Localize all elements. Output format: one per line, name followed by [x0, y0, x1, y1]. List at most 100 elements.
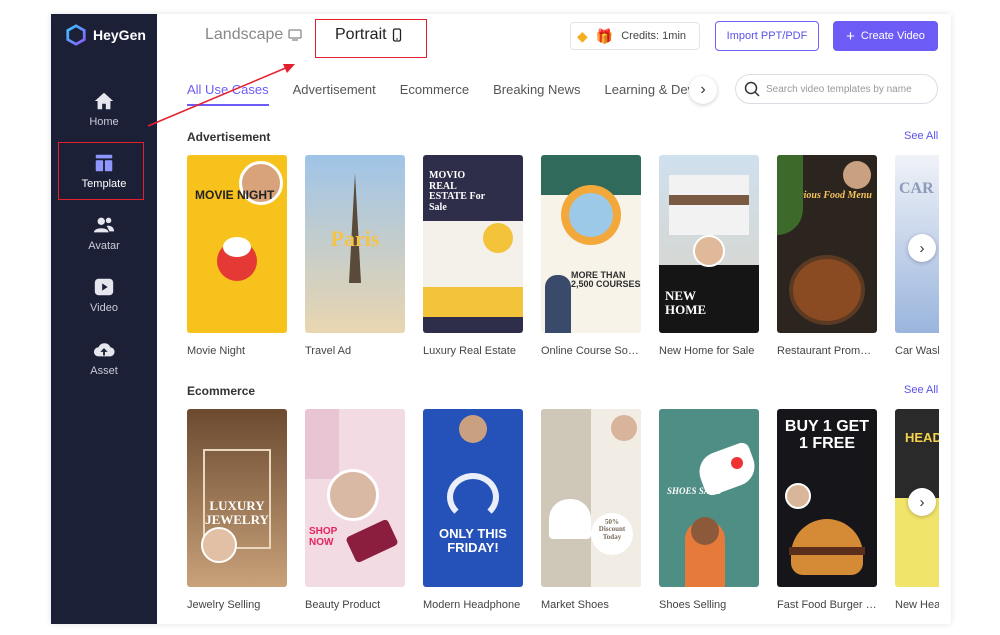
advertisement-row: MOVIE NIGHT Movie Night Paris Travel Ad …: [187, 155, 939, 365]
monitor-icon: [288, 29, 302, 41]
top-bar: Landscape Portrait ◆ 🎁 Credits: 1min Imp…: [157, 14, 951, 62]
search-input[interactable]: [766, 83, 931, 95]
search-icon: [744, 81, 760, 97]
see-all-ecommerce[interactable]: See All: [904, 384, 938, 396]
sidebar-item-label: Home: [89, 116, 119, 128]
template-card[interactable]: BUY 1 GET 1 FREE Fast Food Burger Promot…: [777, 409, 877, 611]
template-thumbnail: Delicious Food Menu: [777, 155, 877, 333]
chevron-right-icon: ›: [700, 81, 706, 98]
tabs-next-button[interactable]: ›: [689, 76, 717, 104]
landscape-toggle[interactable]: Landscape: [205, 26, 302, 44]
credits-badge[interactable]: ◆ 🎁 Credits: 1min: [570, 22, 700, 50]
thumb-overlay-text: HEAD: [905, 430, 939, 445]
tab-ecommerce[interactable]: Ecommerce: [400, 82, 469, 106]
video-icon: [94, 278, 114, 296]
use-case-tabs: All Use Cases Advertisement Ecommerce Br…: [187, 78, 707, 108]
import-label: Import PPT/PDF: [726, 30, 808, 42]
template-card[interactable]: ONLY THIS FRIDAY! Modern Headphone: [423, 409, 523, 611]
avatar-icon: [93, 217, 115, 233]
chevron-right-icon: ›: [919, 493, 925, 511]
template-card[interactable]: MOVIO REAL ESTATE For Sale Luxury Real E…: [423, 155, 523, 357]
thumb-overlay-text: CAR: [899, 180, 934, 197]
ecommerce-row: LUXURY JEWELRY Jewelry Selling SHOP NOW …: [187, 409, 939, 619]
chevron-right-icon: ›: [919, 239, 925, 257]
section-title-advertisement: Advertisement: [187, 130, 271, 144]
template-thumbnail: ONLY THIS FRIDAY!: [423, 409, 523, 587]
template-caption: Restaurant Promotion: [777, 345, 877, 357]
tab-breaking-news[interactable]: Breaking News: [493, 82, 580, 106]
template-caption: Car Wash: [895, 345, 939, 357]
import-ppt-button[interactable]: Import PPT/PDF: [715, 21, 819, 51]
template-thumbnail: BUY 1 GET 1 FREE: [777, 409, 877, 587]
template-annotation-box: [58, 142, 144, 200]
template-caption: Fast Food Burger Promotion: [777, 599, 877, 611]
brand-logo[interactable]: HeyGen: [65, 24, 146, 46]
template-card[interactable]: MOVIE NIGHT Movie Night: [187, 155, 287, 357]
template-thumbnail: NEW HOME: [659, 155, 759, 333]
template-card[interactable]: 50% Discount Today Market Shoes: [541, 409, 641, 611]
sidebar-item-avatar[interactable]: Avatar: [51, 214, 157, 252]
thumb-overlay-text: MOVIE NIGHT: [195, 188, 275, 202]
template-thumbnail: MOVIO REAL ESTATE For Sale: [423, 155, 523, 333]
template-card[interactable]: Delicious Food Menu Restaurant Promotion: [777, 155, 877, 357]
template-caption: Online Course Software: [541, 345, 641, 357]
template-thumbnail: LUXURY JEWELRY: [187, 409, 287, 587]
sidebar: HeyGen Home Template Avatar Video Asset: [51, 14, 157, 624]
template-thumbnail: MORE THAN 2,500 COURSES: [541, 155, 641, 333]
create-video-button[interactable]: + Create Video: [833, 21, 938, 51]
heygen-app: HeyGen Home Template Avatar Video Asset …: [51, 14, 951, 624]
ecommerce-next-button[interactable]: ›: [908, 488, 936, 516]
thumb-overlay-text: NEW HOME: [665, 288, 707, 317]
template-card[interactable]: Paris Travel Ad: [305, 155, 405, 357]
template-card[interactable]: MORE THAN 2,500 COURSES Online Course So…: [541, 155, 641, 357]
thumb-overlay-text: SHOES SALE: [667, 486, 722, 496]
tab-advertisement[interactable]: Advertisement: [293, 82, 376, 106]
template-caption: Luxury Real Estate: [423, 345, 516, 357]
template-caption: Movie Night: [187, 345, 246, 357]
see-all-advertisement[interactable]: See All: [904, 130, 938, 142]
template-thumbnail: 50% Discount Today: [541, 409, 641, 587]
asset-icon: [93, 343, 115, 357]
template-thumbnail: SHOP NOW: [305, 409, 405, 587]
sidebar-item-label: Asset: [90, 365, 118, 377]
template-caption: Shoes Selling: [659, 599, 727, 611]
sidebar-item-video[interactable]: Video: [51, 276, 157, 314]
template-caption: New Home for Sale: [659, 345, 755, 357]
home-icon: [94, 92, 114, 110]
template-caption: Market Shoes: [541, 599, 609, 611]
landscape-label: Landscape: [205, 26, 284, 43]
thumb-overlay-text: Paris: [330, 226, 380, 251]
credits-label: Credits: 1min: [621, 30, 687, 42]
template-caption: Modern Headphone: [423, 599, 521, 611]
portrait-annotation-box: [315, 19, 427, 58]
template-card[interactable]: LUXURY JEWELRY Jewelry Selling: [187, 409, 287, 611]
plus-icon: +: [846, 27, 855, 45]
thumb-overlay-text: 50% Discount Today: [598, 518, 626, 541]
template-caption: Travel Ad: [305, 345, 352, 357]
sidebar-item-asset[interactable]: Asset: [51, 339, 157, 377]
diamond-icon: ◆: [577, 27, 588, 44]
gift-icon: 🎁: [595, 27, 614, 44]
thumb-overlay-text: BUY 1 GET 1 FREE: [784, 418, 870, 452]
tab-all-use-cases[interactable]: All Use Cases: [187, 82, 269, 106]
sidebar-item-home[interactable]: Home: [51, 90, 157, 128]
brand-name: HeyGen: [93, 27, 146, 43]
thumb-overlay-text: MOVIO REAL ESTATE For Sale: [429, 170, 485, 213]
template-card[interactable]: SHOES SALE Shoes Selling: [659, 409, 759, 611]
template-thumbnail: Paris: [305, 155, 405, 333]
template-card[interactable]: SHOP NOW Beauty Product: [305, 409, 405, 611]
create-label: Create Video: [860, 30, 925, 42]
template-thumbnail: MOVIE NIGHT: [187, 155, 287, 333]
section-title-ecommerce: Ecommerce: [187, 384, 256, 398]
template-thumbnail: SHOES SALE: [659, 409, 759, 587]
sidebar-item-label: Video: [90, 302, 118, 314]
heygen-logo-icon: [66, 24, 86, 46]
template-card[interactable]: NEW HOME New Home for Sale: [659, 155, 759, 357]
advertisement-next-button[interactable]: ›: [908, 234, 936, 262]
sidebar-item-label: Avatar: [88, 240, 120, 252]
template-caption: Beauty Product: [305, 599, 381, 611]
thumb-overlay-text: ONLY THIS FRIDAY!: [439, 526, 507, 555]
template-caption: New Headphone: [895, 599, 939, 611]
template-caption: Jewelry Selling: [187, 599, 261, 611]
template-search[interactable]: [735, 74, 938, 104]
